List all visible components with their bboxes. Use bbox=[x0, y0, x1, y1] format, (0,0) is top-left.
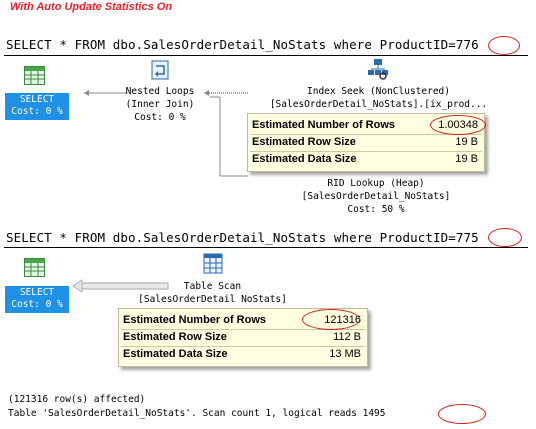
tooltip-value: 112 B bbox=[333, 331, 361, 343]
select-result-icon bbox=[24, 66, 45, 85]
table-scan-icon bbox=[203, 253, 223, 274]
tooltip-row-row-size: Estimated Row Size 19 B bbox=[252, 134, 478, 151]
select-node-2[interactable]: SELECT Cost: 0 % bbox=[5, 286, 69, 313]
index-seek-label: Index Seek (NonClustered) bbox=[307, 86, 450, 97]
tooltip-row-data-size: Estimated Data Size 13 MB bbox=[123, 346, 361, 363]
index-seek-node[interactable]: Index Seek (NonClustered) [SalesOrderDet… bbox=[256, 85, 501, 111]
highlight-circle bbox=[438, 404, 486, 424]
index-seek-object: [SalesOrderDetail_NoStats].[ix_prod... bbox=[269, 99, 488, 110]
select-label: SELECT bbox=[19, 287, 55, 298]
table-scan-node[interactable]: Table Scan [SalesOrderDetail NoStats] bbox=[120, 280, 305, 306]
nested-loops-join: (Inner Join) bbox=[125, 99, 195, 110]
table-scan-object: [SalesOrderDetail NoStats] bbox=[138, 294, 287, 305]
highlight-circle bbox=[302, 309, 360, 330]
nested-loops-node[interactable]: Nested Loops (Inner Join) Cost: 0 % bbox=[104, 85, 216, 124]
tooltip-value: 19 B bbox=[455, 136, 478, 148]
nested-loops-icon bbox=[151, 60, 169, 80]
tooltip-label: Estimated Data Size bbox=[123, 348, 228, 360]
nested-loops-label: Nested Loops bbox=[125, 86, 195, 97]
select-result-icon bbox=[24, 258, 45, 277]
tooltip-label: Estimated Number of Rows bbox=[123, 314, 267, 326]
rows-affected-message: (121316 row(s) affected) bbox=[8, 394, 146, 405]
io-statistics-message: Table 'SalesOrderDetail_NoStats'. Scan c… bbox=[8, 408, 386, 419]
query-text-2: SELECT * FROM dbo.SalesOrderDetail_NoSta… bbox=[6, 230, 479, 245]
table-scan-label: Table Scan bbox=[183, 281, 242, 292]
nested-loops-cost: Cost: 0 % bbox=[134, 112, 186, 123]
index-seek-icon bbox=[368, 59, 388, 80]
tooltip-row-data-size: Estimated Data Size 19 B bbox=[252, 151, 478, 168]
query-text-1: SELECT * FROM dbo.SalesOrderDetail_NoSta… bbox=[6, 37, 479, 52]
tooltip-value: 13 MB bbox=[329, 348, 361, 360]
highlight-circle bbox=[488, 228, 522, 247]
rid-lookup-cost: Cost: 50 % bbox=[347, 204, 405, 215]
select-cost: Cost: 0 % bbox=[11, 299, 63, 310]
highlight-circle bbox=[488, 36, 520, 55]
tooltip-value: 19 B bbox=[455, 153, 478, 165]
tooltip-label: Estimated Data Size bbox=[252, 153, 357, 165]
tooltip-label: Estimated Number of Rows bbox=[252, 119, 396, 131]
select-node-1[interactable]: SELECT Cost: 0 % bbox=[5, 93, 69, 120]
rid-lookup-object: [SalesOrderDetail_NoStats] bbox=[301, 191, 451, 202]
page-title: With Auto Update Statistics On bbox=[10, 1, 173, 13]
divider-line bbox=[4, 247, 528, 248]
rid-lookup-label: RID Lookup (Heap) bbox=[327, 178, 425, 189]
tooltip-label: Estimated Row Size bbox=[123, 331, 227, 343]
highlight-circle bbox=[430, 115, 486, 135]
tooltip-row-row-size: Estimated Row Size 112 B bbox=[123, 329, 361, 346]
tooltip-label: Estimated Row Size bbox=[252, 136, 356, 148]
rid-lookup-node[interactable]: RID Lookup (Heap) [SalesOrderDetail_NoSt… bbox=[284, 177, 468, 216]
divider-line bbox=[4, 55, 528, 56]
select-label: SELECT bbox=[19, 94, 55, 105]
select-cost: Cost: 0 % bbox=[11, 106, 63, 117]
